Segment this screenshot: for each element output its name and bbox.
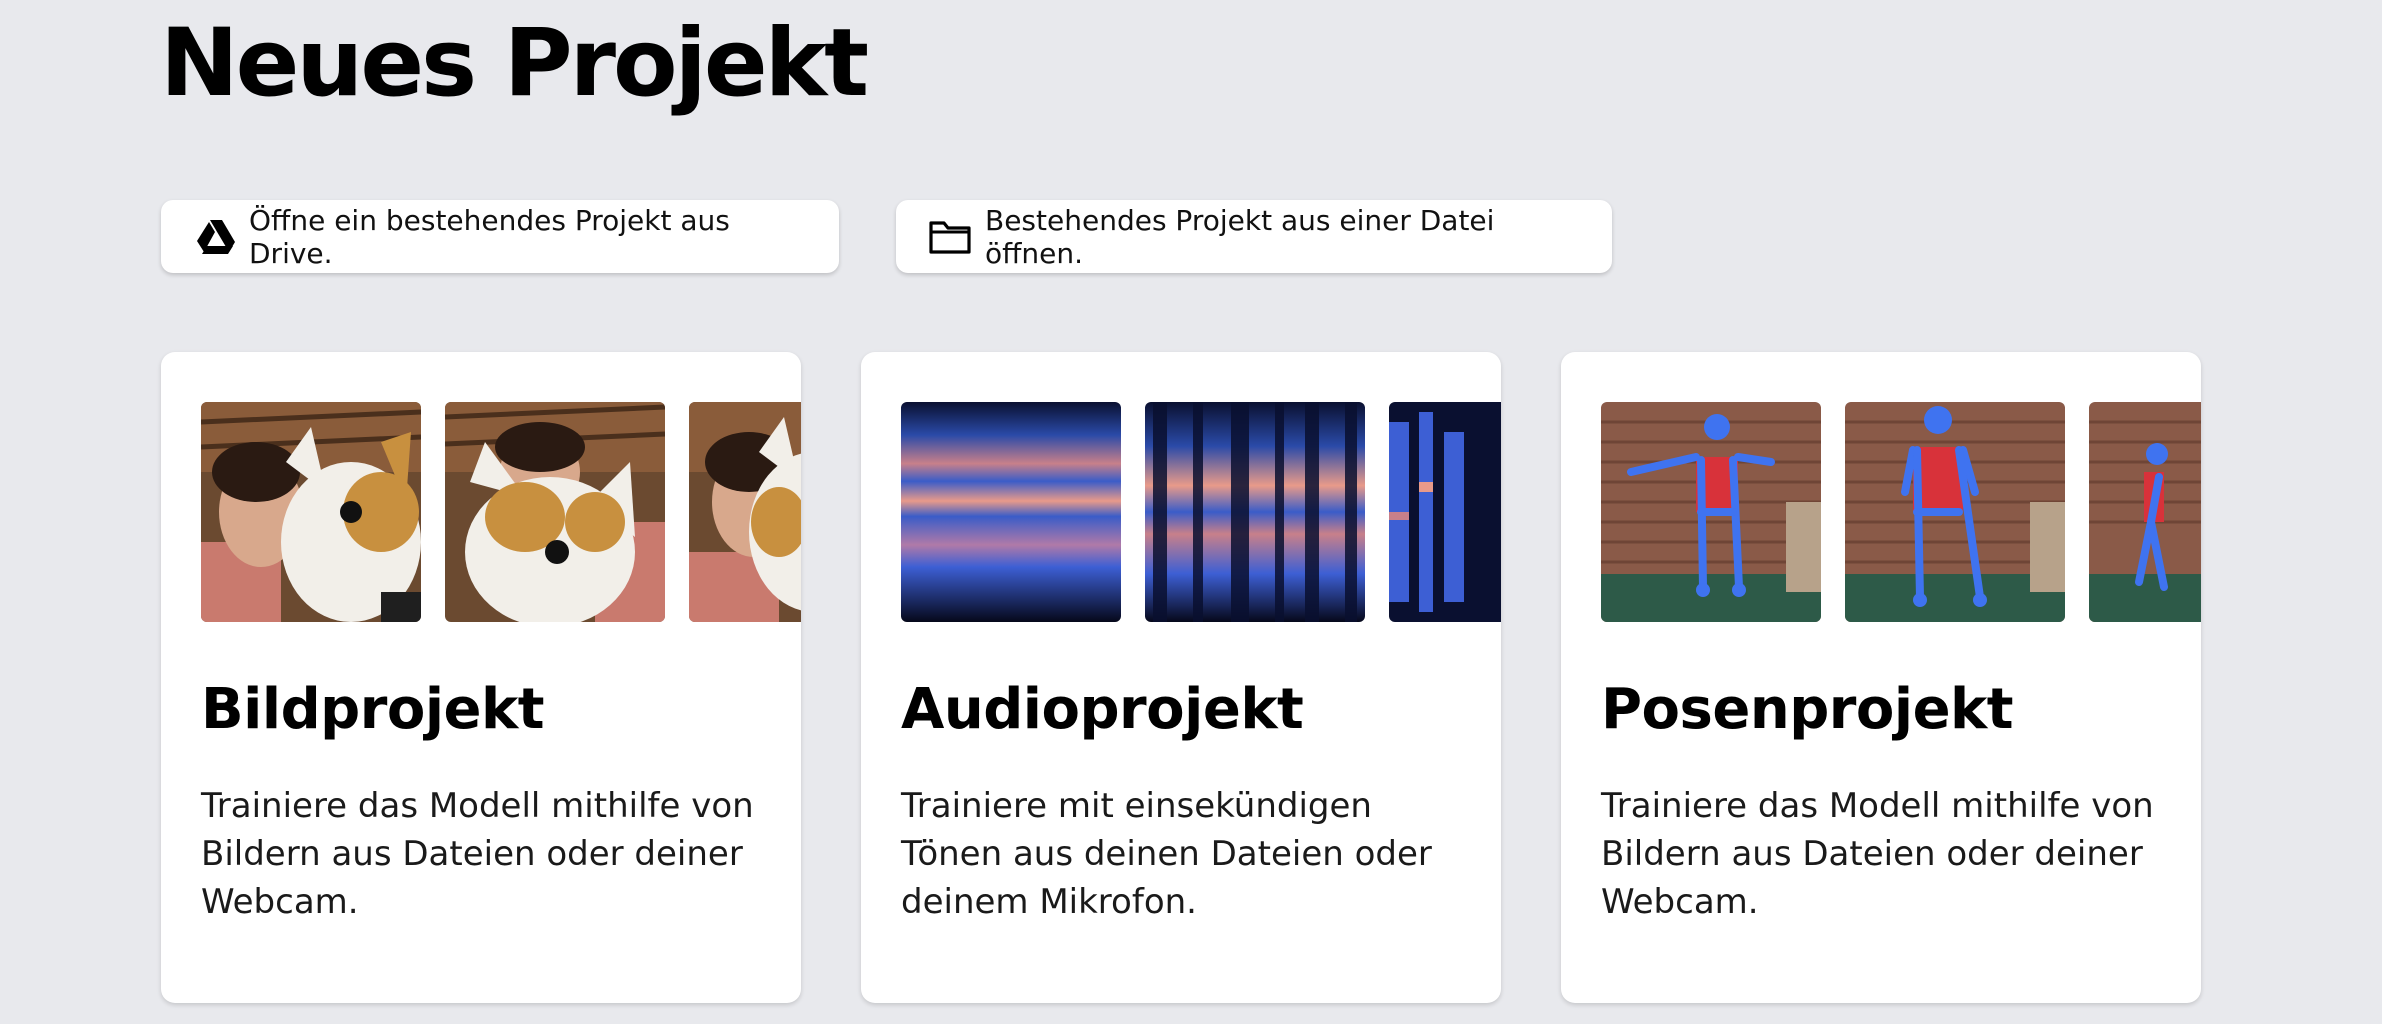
card-title: Audioprojekt (901, 677, 1304, 742)
open-from-file-button[interactable]: Bestehendes Projekt aus einer Datei öffn… (896, 200, 1612, 273)
card-title: Posenprojekt (1601, 677, 2014, 742)
open-from-drive-button[interactable]: Öffne ein bestehendes Projekt aus Drive. (161, 200, 839, 273)
card-description: Trainiere mit einsekündigen Tönen aus de… (901, 786, 1432, 922)
audio-project-card[interactable]: Audioprojekt Trainiere mit einsekündigen… (861, 352, 1501, 1003)
thumbnail-image (689, 402, 801, 622)
thumbnail-spectrogram (901, 402, 1121, 622)
page-title: Neues Projekt (160, 9, 869, 118)
image-project-card[interactable]: Bildprojekt Trainiere das Modell mithilf… (161, 352, 801, 1003)
thumbnail-pose (1845, 402, 2065, 622)
pose-project-thumbnails (1601, 402, 2201, 622)
thumbnail-spectrogram (1145, 402, 1365, 622)
image-project-thumbnails (201, 402, 801, 622)
google-drive-icon (197, 219, 235, 254)
pose-project-card[interactable]: Posenprojekt Trainiere das Modell mithil… (1561, 352, 2201, 1003)
card-title: Bildprojekt (201, 677, 545, 742)
open-from-file-label: Bestehendes Projekt aus einer Datei öffn… (985, 203, 1495, 270)
new-project-page: Neues Projekt Öffne ein bestehendes Proj… (0, 0, 2382, 1024)
open-from-drive-label: Öffne ein bestehendes Projekt aus Drive. (249, 203, 730, 270)
card-description: Trainiere das Modell mithilfe von Bilder… (201, 786, 754, 922)
thumbnail-pose (2089, 402, 2201, 622)
folder-icon (929, 220, 971, 254)
thumbnail-image (445, 402, 665, 622)
thumbnail-pose (1601, 402, 1821, 622)
thumbnail-image (201, 402, 421, 622)
audio-project-thumbnails (901, 402, 1501, 622)
thumbnail-spectrogram (1389, 402, 1501, 622)
card-description: Trainiere das Modell mithilfe von Bilder… (1601, 786, 2154, 922)
